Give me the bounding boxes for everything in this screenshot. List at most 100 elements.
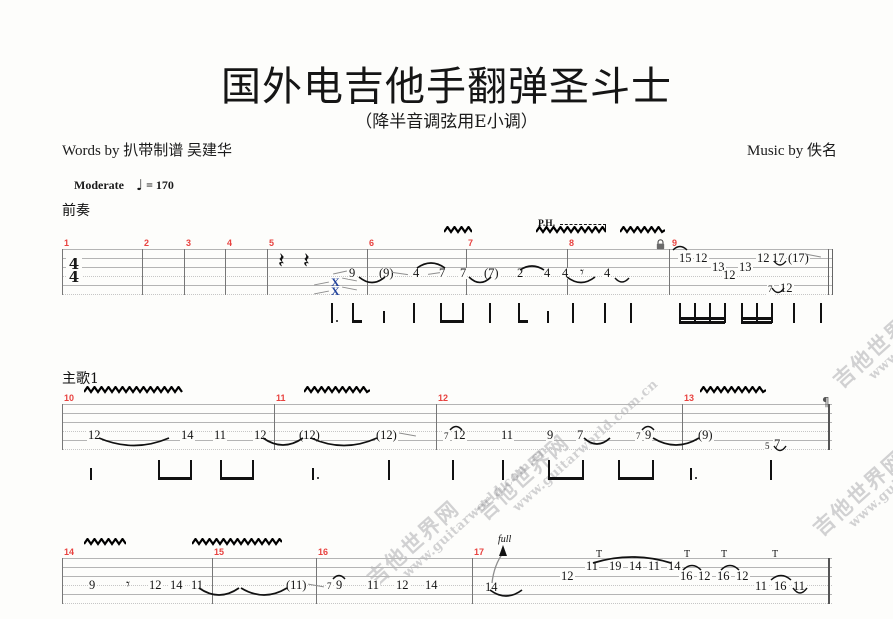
tab-number: 12 [735, 569, 750, 583]
rhythm-stem [793, 303, 795, 323]
tab-number: 12 [697, 569, 712, 583]
vibrato-marking [304, 386, 370, 394]
rhythm-stem [547, 311, 549, 323]
quarter-note-icon: ♩ [135, 176, 144, 194]
rhythm-stem [331, 303, 333, 323]
slur-arc [792, 587, 808, 598]
rhythm-stem [679, 303, 681, 323]
barline-m17 [472, 558, 473, 604]
slur-arc [310, 437, 378, 451]
slur-arc [773, 260, 787, 269]
rhythm-beam [679, 317, 725, 320]
slur-arc [416, 259, 446, 269]
measure-number: 5 [269, 238, 275, 248]
credit-words-by: Words by 扒带制谱 吴建华 [62, 143, 233, 159]
staff-line-2 [62, 258, 832, 259]
tempo-value: = 170 [146, 178, 174, 192]
vibrato-marking [700, 386, 766, 394]
tab-number: 7 [635, 431, 642, 442]
tab-number: 13 [738, 260, 753, 274]
dead-note-x: X [331, 284, 340, 298]
measure-number: 10 [64, 393, 75, 403]
barline-start [62, 558, 63, 604]
palm-harmonic-dashes [560, 224, 606, 230]
bend-arrow-icon [491, 545, 507, 584]
barline-start [62, 249, 63, 295]
rhythm-stem [694, 303, 696, 323]
measure-number: 11 [276, 393, 286, 403]
watermark-cn-1: 吉他世界网 [828, 297, 893, 393]
barline-m3 [184, 249, 185, 295]
barline-m4 [225, 249, 226, 295]
tap-marking: T [721, 549, 728, 560]
tab-number: 9 [546, 428, 555, 442]
measure-number: 6 [369, 238, 375, 248]
tab-number: 4 [412, 266, 421, 280]
rhythm-beam [518, 320, 528, 323]
tab-number: (12) [375, 428, 398, 442]
system-3-end-barline [828, 558, 830, 604]
credit-music-by: Music by 佚名 [746, 143, 837, 159]
tab-number: 5 [764, 441, 771, 452]
vibrato-marking [536, 226, 606, 234]
rhythm-stem [690, 468, 692, 480]
rhythm-stem [582, 460, 584, 480]
system-2-end-barline [828, 404, 830, 450]
barline-m9 [669, 249, 670, 295]
rhythm-beam [440, 320, 464, 323]
slur-arc [98, 437, 170, 451]
staff-line-6 [62, 603, 832, 605]
tab-number: 11 [366, 578, 381, 592]
staff-line-2 [62, 567, 832, 568]
tab-number: 7 [438, 266, 447, 280]
rhythm-dot [317, 477, 319, 479]
tab-number: (11) [285, 578, 308, 592]
rhythm-stem [770, 460, 772, 480]
slur-arc [566, 276, 596, 287]
rhythm-stem [771, 303, 773, 323]
lock-icon[interactable] [655, 239, 666, 250]
slur-arc [641, 423, 655, 431]
tab-number: 12 [395, 578, 410, 592]
tab-number: 12 [452, 428, 467, 442]
tab-number: 16 [679, 569, 694, 583]
rhythm-beam [679, 321, 725, 324]
rhythm-beam [220, 477, 254, 480]
slur-arc [519, 262, 545, 271]
tab-number: 14 [169, 578, 184, 592]
rhythm-beam [548, 477, 582, 480]
slur-arc [672, 243, 688, 251]
measure-number: 12 [438, 393, 449, 403]
section-label-intro: 前奏 [62, 203, 90, 219]
barline-m16 [316, 558, 317, 604]
tab-number: 9 [88, 578, 97, 592]
tab-number: 11 [754, 579, 769, 593]
quarter-rest: 𝄽 [303, 249, 310, 274]
vibrato-marking [444, 226, 472, 234]
barline-m6 [367, 249, 368, 295]
rhythm-stem [489, 303, 491, 323]
rhythm-stem [388, 460, 390, 480]
tap-marking: T [684, 549, 691, 560]
system-1-end-barline [828, 249, 834, 295]
pilcrow-mark: ¶ [822, 395, 830, 409]
tab-number: 7 [459, 266, 468, 280]
slur-arc [770, 571, 792, 581]
tempo-word: Moderate [74, 178, 124, 192]
slur-arc [614, 277, 630, 286]
slur-arc [489, 589, 523, 601]
rhythm-beam [352, 320, 362, 323]
rhythm-beam [618, 477, 654, 480]
slur-arc [240, 587, 288, 600]
measure-number: 7 [468, 238, 474, 248]
rhythm-stem [90, 468, 92, 480]
tab-number: 7 [326, 581, 333, 592]
slur-arc [720, 561, 740, 571]
staff-line-1 [62, 404, 832, 405]
vibrato-marking [84, 386, 184, 394]
measure-number: 3 [186, 238, 192, 248]
measure-number: 8 [569, 238, 575, 248]
tab-number: 9 [335, 578, 344, 592]
tab-number: 9 [348, 266, 357, 280]
staff-line-1 [62, 249, 832, 250]
